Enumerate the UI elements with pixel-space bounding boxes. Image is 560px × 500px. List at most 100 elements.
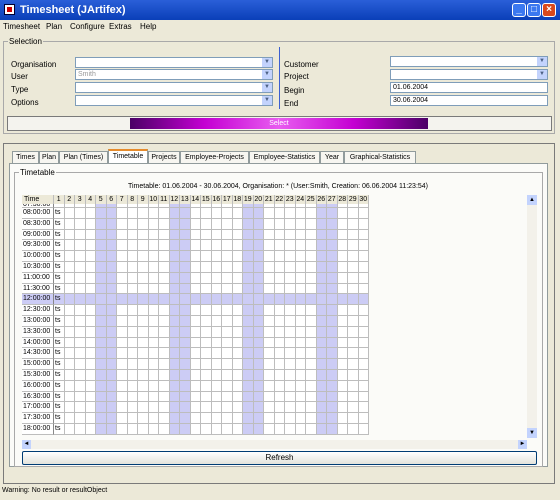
timetable-cell[interactable] (75, 359, 86, 370)
timetable-cell[interactable] (96, 348, 107, 360)
timetable-cell[interactable] (64, 337, 75, 349)
timetable-cell[interactable] (75, 283, 86, 295)
timetable-cell[interactable]: ts (54, 272, 65, 284)
timetable-cell[interactable] (274, 424, 285, 435)
timetable-cell[interactable] (106, 262, 117, 273)
timetable-cell[interactable] (75, 294, 86, 306)
timetable-cell[interactable] (327, 348, 338, 360)
tab-year[interactable]: Year (320, 151, 344, 163)
timetable-cell[interactable] (64, 316, 75, 327)
timetable-cell[interactable] (117, 305, 128, 316)
timetable-cell[interactable] (96, 413, 107, 424)
timetable-cell[interactable] (243, 391, 254, 403)
timetable-cell[interactable] (64, 229, 75, 241)
timetable-cell[interactable] (285, 240, 296, 252)
timetable-cell[interactable] (85, 380, 96, 392)
timetable-cell[interactable] (127, 240, 138, 252)
timetable-cell[interactable] (190, 208, 201, 219)
timetable-cell[interactable] (211, 348, 222, 360)
timetable-cell[interactable] (85, 316, 96, 327)
timetable-cell[interactable] (264, 326, 275, 338)
timetable-cell[interactable] (243, 305, 254, 316)
timetable-cell[interactable] (358, 359, 369, 370)
timetable-cell[interactable] (274, 305, 285, 316)
options-combo[interactable]: ▼ (75, 95, 273, 106)
timetable-cell[interactable] (337, 402, 348, 414)
timetable-cell[interactable] (211, 337, 222, 349)
timetable-cell[interactable]: ts (54, 370, 65, 381)
timetable-cell[interactable] (75, 380, 86, 392)
timetable-cell[interactable] (159, 380, 170, 392)
timetable-cell[interactable] (285, 305, 296, 316)
timetable-cell[interactable] (138, 326, 149, 338)
timetable-cell[interactable] (138, 413, 149, 424)
timetable-cell[interactable] (180, 326, 191, 338)
timetable-cell[interactable] (201, 262, 212, 273)
timetable-cell[interactable] (264, 251, 275, 262)
timetable-cell[interactable] (159, 305, 170, 316)
timetable-cell[interactable] (85, 251, 96, 262)
timetable-cell[interactable] (243, 380, 254, 392)
timetable-cell[interactable] (159, 402, 170, 414)
timetable-cell[interactable] (190, 240, 201, 252)
timetable-cell[interactable] (285, 359, 296, 370)
timetable-cell[interactable] (85, 229, 96, 241)
timetable-cell[interactable] (222, 359, 233, 370)
timetable-cell[interactable] (117, 240, 128, 252)
timetable-cell[interactable] (169, 424, 180, 435)
timetable-cell[interactable] (295, 391, 306, 403)
timetable-cell[interactable] (211, 413, 222, 424)
timetable-cell[interactable] (264, 283, 275, 295)
timetable-cell[interactable] (253, 402, 264, 414)
timetable-cell[interactable] (138, 424, 149, 435)
timetable-cell[interactable] (180, 305, 191, 316)
timetable-cell[interactable] (117, 326, 128, 338)
timetable-cell[interactable] (316, 380, 327, 392)
timetable-cell[interactable] (358, 424, 369, 435)
timetable-cell[interactable] (96, 305, 107, 316)
timetable-cell[interactable] (85, 424, 96, 435)
timetable-cell[interactable] (222, 294, 233, 306)
timetable-cell[interactable] (148, 402, 159, 414)
timetable-cell[interactable] (274, 294, 285, 306)
timetable-cell[interactable] (127, 413, 138, 424)
timetable-cell[interactable] (243, 218, 254, 230)
timetable-cell[interactable] (180, 359, 191, 370)
timetable-cell[interactable] (306, 229, 317, 241)
timetable-cell[interactable] (358, 218, 369, 230)
timetable-cell[interactable] (127, 316, 138, 327)
timetable-cell[interactable] (96, 424, 107, 435)
timetable-cell[interactable] (358, 305, 369, 316)
timetable-cell[interactable] (264, 316, 275, 327)
timetable-cell[interactable] (159, 272, 170, 284)
timetable-cell[interactable] (295, 326, 306, 338)
timetable-cell[interactable] (127, 424, 138, 435)
timetable-cell[interactable] (180, 391, 191, 403)
timetable-cell[interactable] (337, 370, 348, 381)
timetable-cell[interactable] (348, 240, 359, 252)
timetable-cell[interactable] (117, 262, 128, 273)
timetable-cell[interactable] (232, 208, 243, 219)
timetable-cell[interactable] (138, 229, 149, 241)
timetable-cell[interactable] (316, 251, 327, 262)
timetable-cell[interactable] (264, 218, 275, 230)
timetable-cell[interactable] (327, 294, 338, 306)
timetable-cell[interactable] (274, 229, 285, 241)
timetable-cell[interactable] (96, 240, 107, 252)
timetable-cell[interactable] (180, 294, 191, 306)
timetable-cell[interactable] (222, 348, 233, 360)
timetable-cell[interactable]: ts (54, 326, 65, 338)
timetable-cell[interactable] (148, 359, 159, 370)
timetable-cell[interactable] (306, 326, 317, 338)
timetable-cell[interactable] (180, 251, 191, 262)
timetable-cell[interactable] (285, 272, 296, 284)
timetable-cell[interactable] (327, 359, 338, 370)
timetable-cell[interactable]: ts (54, 424, 65, 435)
timetable-cell[interactable] (222, 251, 233, 262)
timetable-cell[interactable] (316, 240, 327, 252)
timetable-cell[interactable] (190, 305, 201, 316)
timetable-cell[interactable] (75, 326, 86, 338)
timetable-cell[interactable] (243, 316, 254, 327)
timetable-cell[interactable] (106, 391, 117, 403)
timetable-cell[interactable] (253, 305, 264, 316)
